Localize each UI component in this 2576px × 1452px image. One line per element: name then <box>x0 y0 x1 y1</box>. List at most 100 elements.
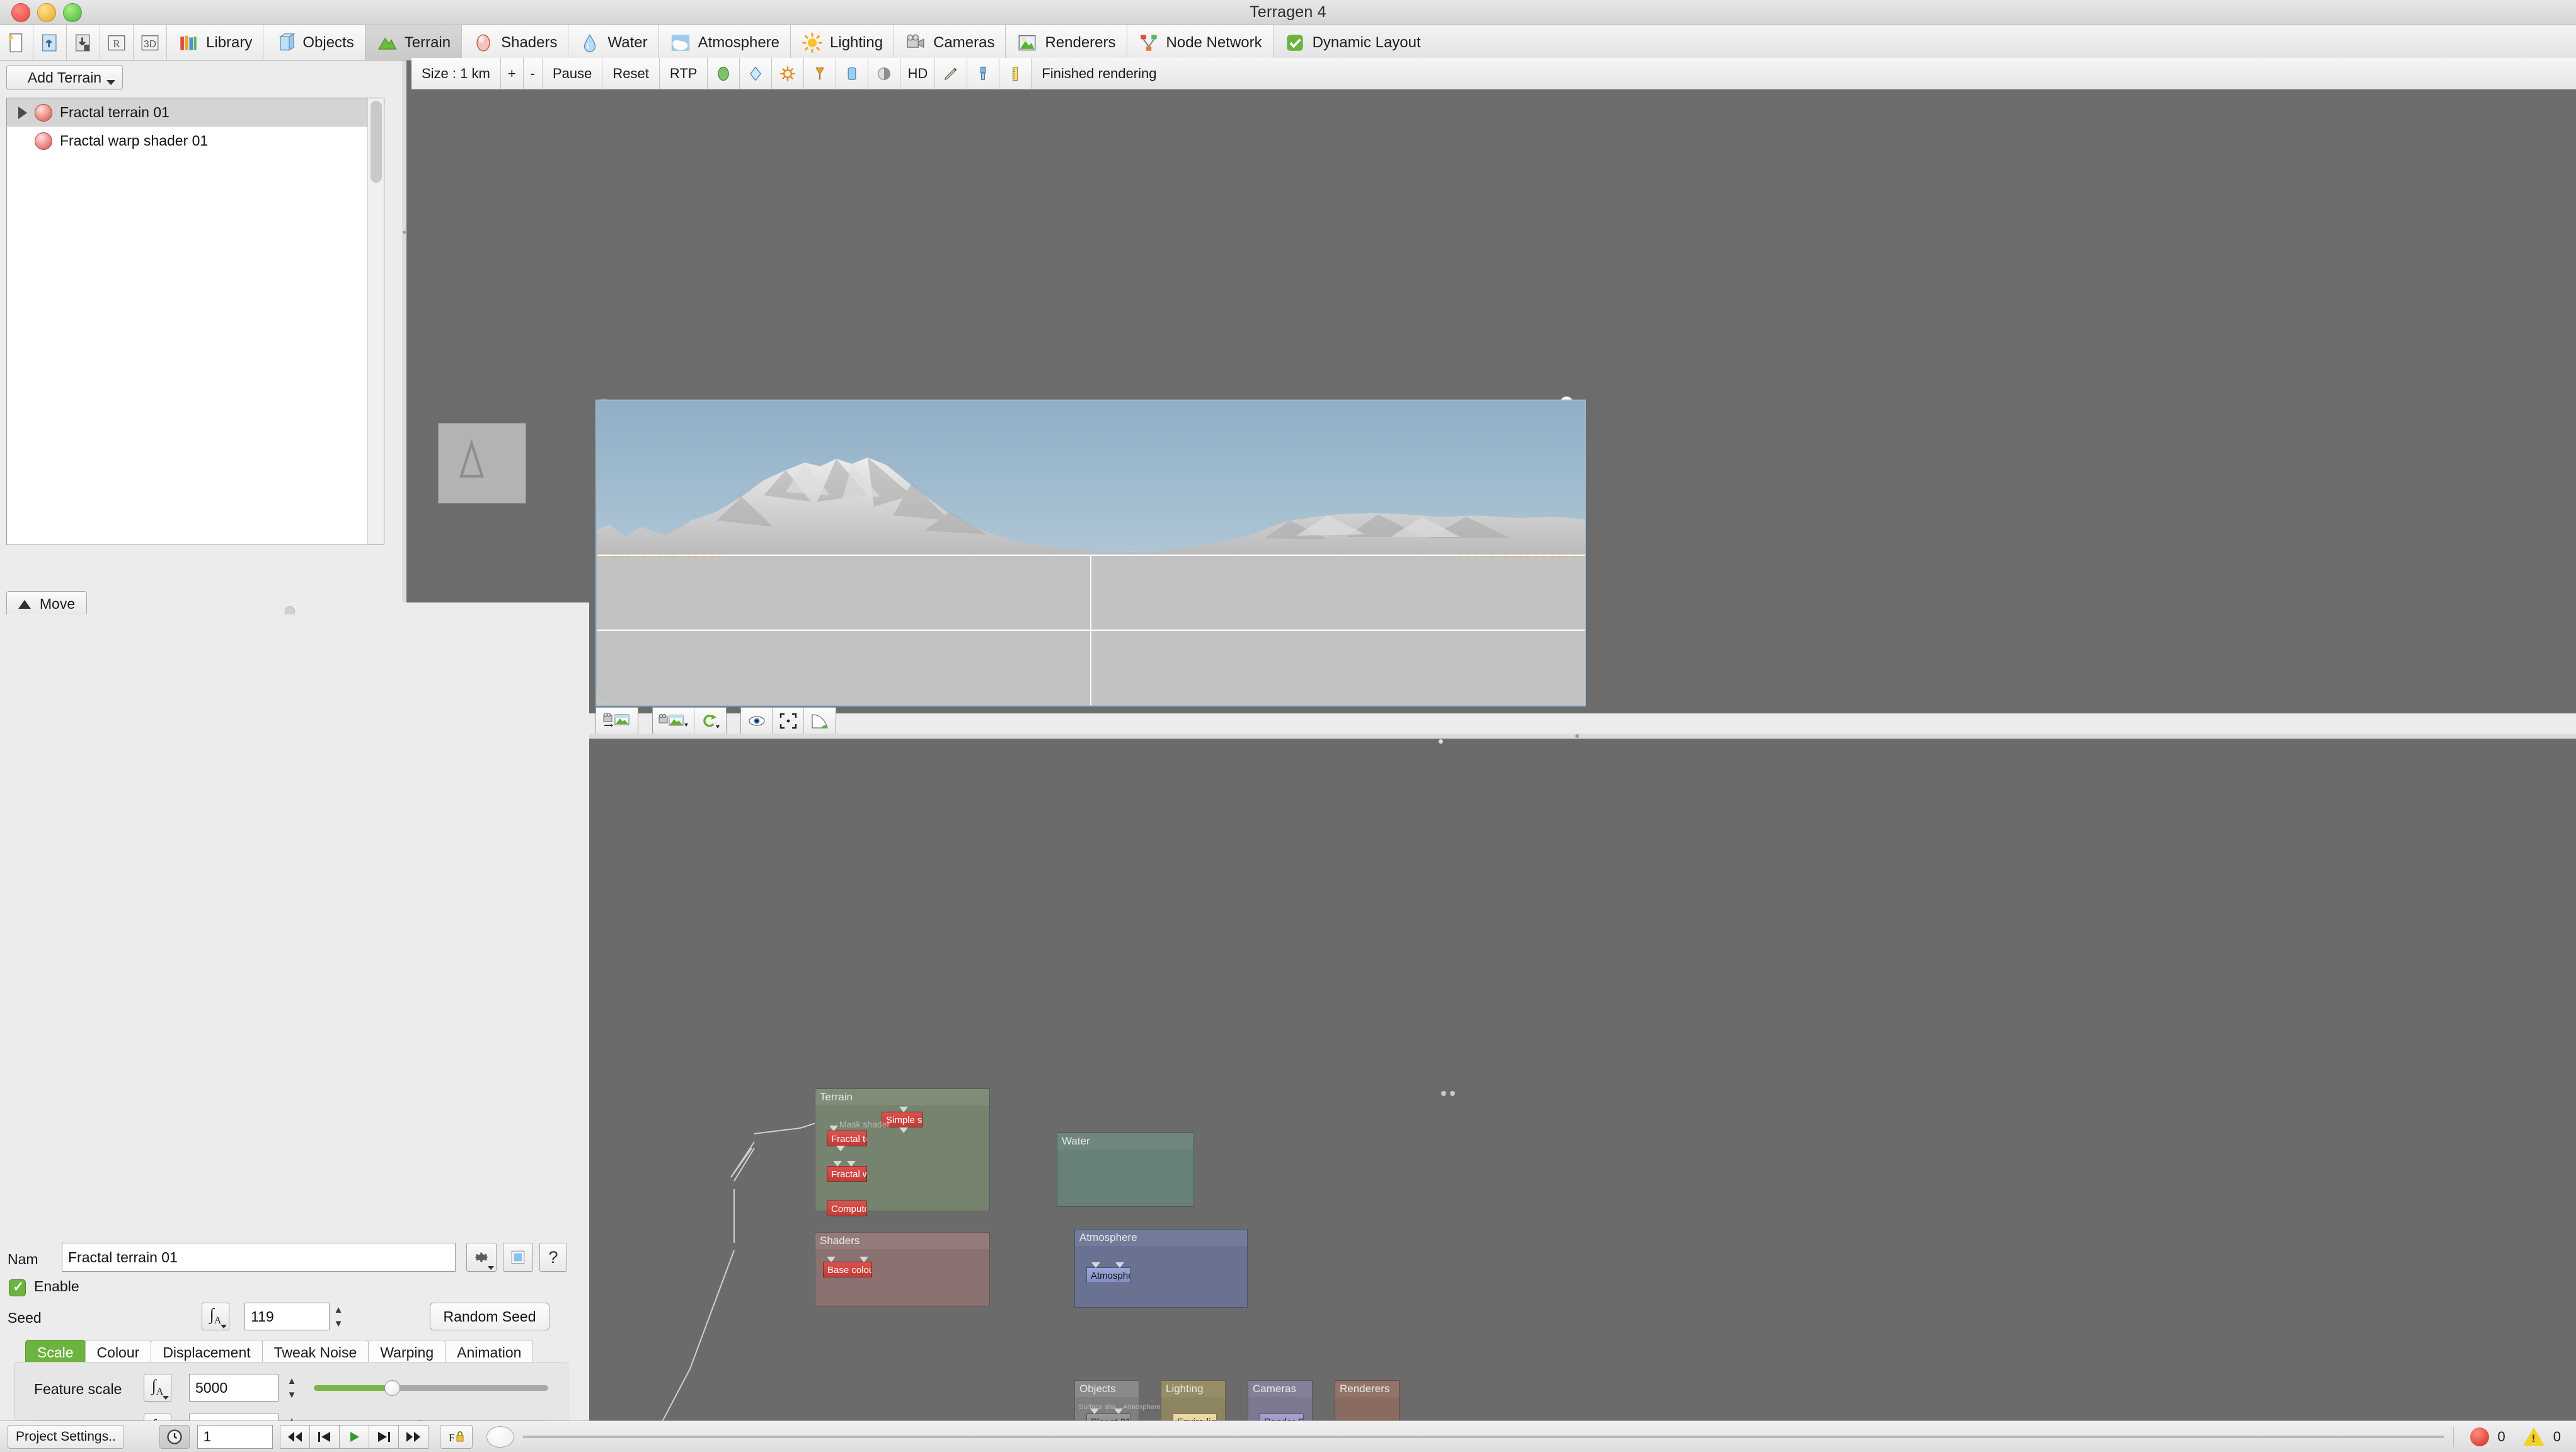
toggle-shaders-button[interactable] <box>708 58 740 89</box>
terrain-tree[interactable]: Fractal terrain 01 Fractal warp shader 0… <box>6 98 384 545</box>
node-port-icon[interactable] <box>860 1257 868 1262</box>
new-project-button[interactable] <box>0 25 33 60</box>
random-seed-button[interactable]: Random Seed <box>430 1303 549 1330</box>
tree-scrollbar[interactable] <box>367 98 384 544</box>
skip-start-button[interactable] <box>279 1424 310 1449</box>
hd-button[interactable]: HD <box>900 58 936 89</box>
canvas-marker-dot-1[interactable] <box>1441 1091 1446 1096</box>
tab-displacement[interactable]: Displacement <box>151 1340 263 1365</box>
seed-stepper[interactable]: ▲ ▼ <box>331 1303 345 1330</box>
render-button[interactable]: R <box>100 25 134 60</box>
add-terrain-button[interactable]: Add Terrain <box>6 65 123 90</box>
chevron-down-icon[interactable] <box>488 1266 494 1270</box>
node-network-canvas[interactable]: Atmosphere Cameras Lighting Objects Rend… <box>589 739 2576 1452</box>
tab-objects[interactable]: Objects <box>263 25 365 60</box>
step-back-button[interactable] <box>309 1424 340 1449</box>
tab-node-network[interactable]: Node Network <box>1127 25 1274 60</box>
feature-scale-input[interactable]: 5000 <box>189 1374 279 1402</box>
seed-input[interactable]: 119 <box>244 1303 330 1330</box>
disclosure-arrow-icon[interactable] <box>18 106 27 119</box>
feature-scale-function-button[interactable]: ∫A <box>144 1374 171 1402</box>
refresh-button[interactable] <box>694 708 726 734</box>
error-indicator-icon[interactable] <box>2470 1427 2489 1446</box>
parameter-tabs[interactable]: Scale Colour Displacement Tweak Noise Wa… <box>25 1340 534 1365</box>
reset-button[interactable]: Reset <box>602 58 660 89</box>
pause-button[interactable]: Pause <box>543 58 603 89</box>
dynamic-layout-toggle[interactable]: Dynamic Layout <box>1274 25 1432 60</box>
tab-renderers[interactable]: Renderers <box>1006 25 1127 60</box>
open-project-button[interactable] <box>33 25 67 60</box>
frame-number-input[interactable]: 1 <box>197 1424 273 1449</box>
node-network-splitter[interactable] <box>589 734 2576 739</box>
node-fractal-warp-shader[interactable]: Fractal warp sha... <box>827 1166 867 1182</box>
paint-tool-button[interactable] <box>935 58 968 89</box>
toggle-sun-button[interactable] <box>772 58 805 89</box>
chevron-down-icon[interactable] <box>163 1396 169 1400</box>
node-port-icon[interactable] <box>899 1107 908 1112</box>
node-port-icon[interactable] <box>1114 1409 1123 1414</box>
enable-checkbox[interactable] <box>9 1279 26 1296</box>
brush-tool-button[interactable] <box>967 58 1000 89</box>
node-group-water[interactable]: Water <box>1057 1132 1194 1207</box>
node-atmosphere-01[interactable]: Atmosphere 01 <box>1086 1267 1130 1283</box>
camera-dropdown-button[interactable] <box>653 708 694 734</box>
canvas-marker-dot-2[interactable] <box>1450 1091 1455 1096</box>
timeline-track[interactable] <box>522 1435 2444 1438</box>
seed-function-button[interactable]: ∫A <box>202 1303 229 1330</box>
tab-library[interactable]: Library <box>167 25 264 60</box>
move-up-button[interactable]: Move <box>6 591 87 617</box>
viewport-group-view[interactable] <box>740 707 836 735</box>
node-group-terrain[interactable]: Terrain Simple shape sh... Mask shader F… <box>815 1088 990 1216</box>
rtp-button[interactable]: RTP <box>659 58 708 89</box>
tab-shaders[interactable]: Shaders <box>462 25 569 60</box>
transport-controls[interactable] <box>279 1424 428 1449</box>
tab-water[interactable]: Water <box>568 25 659 60</box>
step-forward-button[interactable] <box>368 1424 399 1449</box>
toggle-water-button[interactable] <box>740 58 773 89</box>
focus-button[interactable] <box>773 708 804 734</box>
visibility-button[interactable] <box>741 708 773 734</box>
tree-item-fractal-warp-shader-01[interactable]: Fractal warp shader 01 <box>7 127 384 155</box>
viewport-group-render[interactable] <box>595 707 638 735</box>
chevron-down-icon[interactable] <box>106 80 115 85</box>
tab-warping[interactable]: Warping <box>368 1340 446 1365</box>
project-settings-button[interactable]: Project Settings.. <box>8 1424 124 1449</box>
viewport-resize-icon[interactable] <box>595 691 612 708</box>
rendered-image[interactable] <box>595 400 1586 706</box>
node-port-icon[interactable] <box>833 1161 842 1167</box>
tab-lighting[interactable]: Lighting <box>791 25 895 60</box>
chevron-down-icon[interactable] <box>221 1325 227 1328</box>
gear-button[interactable] <box>466 1243 497 1272</box>
tab-animation[interactable]: Animation <box>445 1340 534 1365</box>
frame-lock-button[interactable]: F <box>439 1424 473 1449</box>
canvas-handle-dot[interactable] <box>1439 739 1443 744</box>
preview-thumbnail[interactable] <box>438 423 526 504</box>
curve-button[interactable] <box>804 708 836 734</box>
node-port-icon[interactable] <box>847 1161 856 1167</box>
timeline-scrubber[interactable] <box>486 1426 514 1448</box>
node-port-icon[interactable] <box>1115 1262 1124 1268</box>
tab-cameras[interactable]: Cameras <box>894 25 1006 60</box>
node-base-colours[interactable]: Base colours <box>823 1262 872 1277</box>
measure-tool-button[interactable] <box>999 58 1032 89</box>
node-group-shaders[interactable]: Shaders Base colours <box>815 1232 990 1306</box>
tab-colour[interactable]: Colour <box>84 1340 152 1365</box>
tab-tweak-noise[interactable]: Tweak Noise <box>262 1340 369 1365</box>
render-viewport[interactable] <box>589 89 2576 713</box>
node-fractal-terrain-01[interactable]: Fractal terrain 01 <box>827 1131 867 1146</box>
name-input[interactable]: Fractal terrain 01 <box>62 1243 456 1272</box>
viewport-group-camera[interactable] <box>652 707 727 735</box>
tab-atmosphere[interactable]: Atmosphere <box>658 25 791 60</box>
toggle-shadows-button[interactable] <box>868 58 901 89</box>
node-port-icon[interactable] <box>899 1127 908 1133</box>
node-group-atmosphere[interactable]: Atmosphere Atmosphere 01 <box>1074 1229 1248 1308</box>
3d-preview-button[interactable]: 3D <box>134 25 167 60</box>
zoom-in-button[interactable]: + <box>500 58 524 89</box>
save-project-button[interactable] <box>67 25 100 60</box>
node-port-icon[interactable] <box>829 1126 838 1131</box>
node-port-icon[interactable] <box>1091 1262 1100 1268</box>
feature-scale-slider[interactable] <box>314 1374 548 1402</box>
warning-indicator-icon[interactable] <box>2522 1427 2544 1446</box>
node-port-icon[interactable] <box>1090 1409 1099 1414</box>
feature-scale-stepper[interactable]: ▲ ▼ <box>285 1374 299 1402</box>
